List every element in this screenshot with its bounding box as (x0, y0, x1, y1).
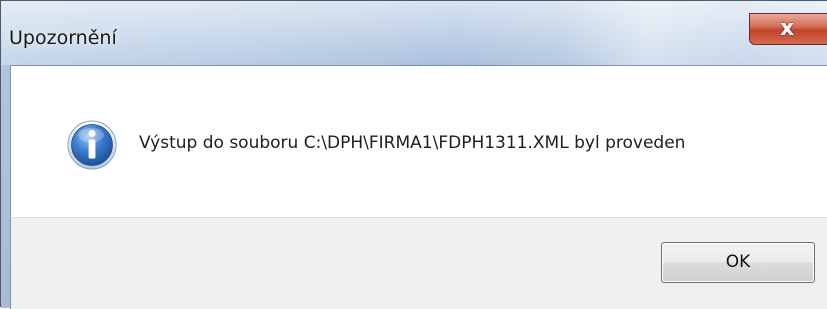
dialog-message: Výstup do souboru C:\DPH\FIRMA1\FDPH1311… (139, 133, 686, 153)
close-icon: x (780, 16, 795, 41)
close-button[interactable]: x (749, 13, 827, 45)
dialog-button-bar: OK (10, 217, 827, 309)
dialog-content: Výstup do souboru C:\DPH\FIRMA1\FDPH1311… (10, 65, 827, 218)
ok-button[interactable]: OK (661, 242, 815, 283)
window-title: Upozornění (9, 27, 117, 49)
message-dialog: Upozornění x Výstup do souboru C:\DPH\FI… (0, 0, 827, 309)
info-icon (67, 120, 117, 170)
title-bar-glare (561, 1, 741, 65)
title-bar[interactable]: Upozornění x (1, 1, 827, 65)
window-frame-left (1, 65, 10, 308)
